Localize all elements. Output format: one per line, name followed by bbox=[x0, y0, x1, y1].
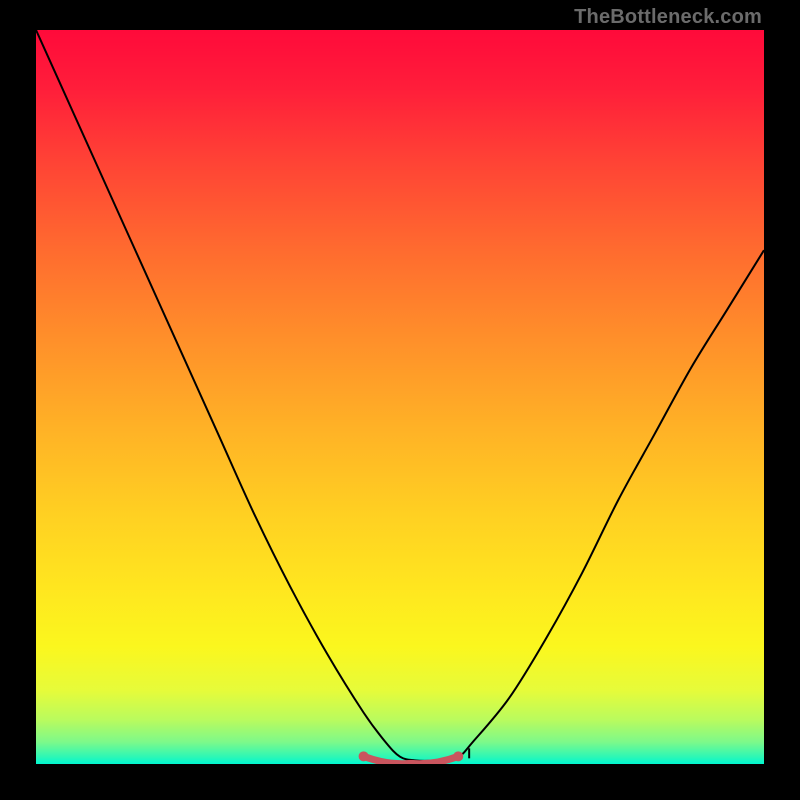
flat-region-dot-right bbox=[453, 751, 463, 761]
flat-region-line bbox=[364, 756, 459, 763]
chart-svg bbox=[36, 30, 764, 764]
chart-plot-area bbox=[36, 30, 764, 764]
bottleneck-curve-line bbox=[36, 30, 764, 761]
flat-region-dot-left bbox=[359, 751, 369, 761]
watermark-text: TheBottleneck.com bbox=[574, 6, 762, 29]
